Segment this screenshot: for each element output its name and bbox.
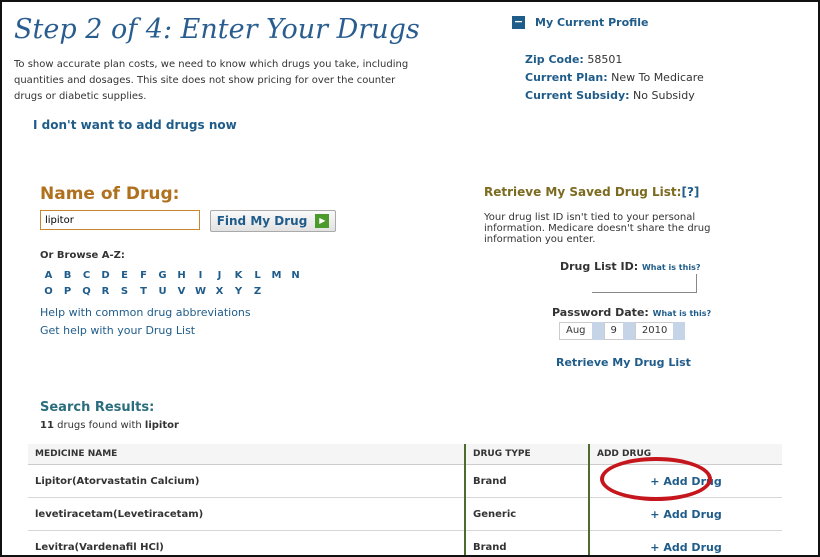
alphabet-letter-q[interactable]: Q xyxy=(81,286,92,297)
alphabet-letter-y[interactable]: Y xyxy=(233,286,244,297)
alphabet-letter-s[interactable]: S xyxy=(119,286,130,297)
col-add-drug: ADD DRUG xyxy=(588,444,782,465)
skip-drugs-link[interactable]: I don't want to add drugs now xyxy=(33,118,237,132)
month-select[interactable]: Aug xyxy=(559,322,592,340)
add-drug-button[interactable]: + Add Drug xyxy=(650,475,721,488)
drug-list-id-input[interactable] xyxy=(592,274,697,293)
drug-type-cell: Brand xyxy=(464,530,589,555)
results-count: 11 drugs found with lipitor xyxy=(40,420,179,431)
table-row: Levitra(Vardenafil HCl) Brand + Add Drug xyxy=(28,530,782,555)
alphabet-letter-r[interactable]: R xyxy=(100,286,111,297)
alphabet-row: OPQRSTUVWXYZ xyxy=(43,286,263,297)
alphabet-letter-v[interactable]: V xyxy=(176,286,187,297)
alphabet-letter-e[interactable]: E xyxy=(119,270,130,281)
col-drug-type: DRUG TYPE xyxy=(464,444,589,465)
drug-type-cell: Brand xyxy=(464,464,589,498)
collapse-minus-icon[interactable]: − xyxy=(512,16,525,29)
alphabet-letter-l[interactable]: L xyxy=(252,270,263,281)
alphabet-letter-j[interactable]: J xyxy=(214,270,225,281)
retrieve-drug-list-link[interactable]: Retrieve My Drug List xyxy=(556,356,691,369)
results-table: MEDICINE NAME DRUG TYPE ADD DRUG Lipitor… xyxy=(28,444,782,555)
search-results-heading: Search Results: xyxy=(40,400,155,415)
drug-name-input[interactable] xyxy=(40,210,200,230)
alphabet-letter-h[interactable]: H xyxy=(176,270,187,281)
abbreviation-help-link[interactable]: Help with common drug abbreviations xyxy=(40,306,251,319)
password-date-label: Password Date: What is this? xyxy=(552,306,712,319)
year-select[interactable]: 2010 xyxy=(634,322,674,340)
table-row: Lipitor(Atorvastatin Calcium) Brand + Ad… xyxy=(28,464,782,498)
browse-heading: Or Browse A-Z: xyxy=(40,250,125,261)
alphabet-letter-a[interactable]: A xyxy=(43,270,54,281)
alphabet-letter-m[interactable]: M xyxy=(271,270,282,281)
medicine-name-cell: Lipitor(Atorvastatin Calcium) xyxy=(28,464,465,498)
alphabet-letter-z[interactable]: Z xyxy=(252,286,263,297)
alphabet-letter-t[interactable]: T xyxy=(138,286,149,297)
alphabet-letter-b[interactable]: B xyxy=(62,270,73,281)
table-row: levetiracetam(Levetiracetam) Generic + A… xyxy=(28,497,782,531)
alphabet-letter-x[interactable]: X xyxy=(214,286,225,297)
year-dropdown-icon[interactable] xyxy=(673,322,686,340)
day-select[interactable]: 9 xyxy=(603,322,623,340)
alphabet-letter-c[interactable]: C xyxy=(81,270,92,281)
day-dropdown-icon[interactable] xyxy=(622,322,635,340)
page-title: Step 2 of 4: Enter Your Drugs xyxy=(14,14,420,45)
password-date-selects: Aug 9 2010 xyxy=(559,322,686,340)
alphabet-letter-o[interactable]: O xyxy=(43,286,54,297)
retrieve-help-link[interactable]: [?] xyxy=(681,185,699,199)
arrow-right-icon: ▶ xyxy=(315,214,330,228)
profile-plan: Current Plan: New To Medicare xyxy=(525,71,704,84)
alphabet-letter-w[interactable]: W xyxy=(195,286,206,297)
password-date-help-link[interactable]: What is this? xyxy=(653,309,711,318)
retrieve-heading: Retrieve My Saved Drug List:[?] xyxy=(484,185,700,199)
add-drug-button[interactable]: + Add Drug xyxy=(650,508,721,521)
alphabet-letter-p[interactable]: P xyxy=(62,286,73,297)
retrieve-text: Your drug list ID isn't tied to your per… xyxy=(484,212,711,245)
medicine-name-cell: levetiracetam(Levetiracetam) xyxy=(28,497,465,531)
alphabet-letter-k[interactable]: K xyxy=(233,270,244,281)
profile-subsidy: Current Subsidy: No Subsidy xyxy=(525,89,695,102)
drug-type-cell: Generic xyxy=(464,497,589,531)
alphabet-letter-u[interactable]: U xyxy=(157,286,168,297)
profile-heading[interactable]: My Current Profile xyxy=(535,16,649,29)
page-frame: Step 2 of 4: Enter Your Drugs To show ac… xyxy=(0,0,820,557)
find-drug-button[interactable]: Find My Drug ▶ xyxy=(210,210,336,232)
drug-list-help-link[interactable]: Get help with your Drug List xyxy=(40,324,195,337)
drug-list-id-label: Drug List ID: What is this? xyxy=(560,260,701,273)
alphabet-letter-n[interactable]: N xyxy=(290,270,301,281)
alphabet-letter-f[interactable]: F xyxy=(138,270,149,281)
intro-text: To show accurate plan costs, we need to … xyxy=(14,59,409,102)
profile-zip: Zip Code: 58501 xyxy=(525,53,623,66)
alphabet-letter-i[interactable]: I xyxy=(195,270,206,281)
alphabet-letter-d[interactable]: D xyxy=(100,270,111,281)
drug-name-heading: Name of Drug: xyxy=(40,184,180,204)
col-medicine-name: MEDICINE NAME xyxy=(28,444,465,465)
month-dropdown-icon[interactable] xyxy=(591,322,604,340)
add-drug-button[interactable]: + Add Drug xyxy=(650,541,721,554)
table-header-row: MEDICINE NAME DRUG TYPE ADD DRUG xyxy=(28,444,782,465)
alphabet-letter-g[interactable]: G xyxy=(157,270,168,281)
medicine-name-cell: Levitra(Vardenafil HCl) xyxy=(28,530,465,555)
profile-panel: − My Current Profile Zip Code: 58501 Cur… xyxy=(512,16,704,102)
alphabet-row: ABCDEFGHIJKLMN xyxy=(43,270,301,281)
drug-list-id-help-link[interactable]: What is this? xyxy=(642,263,700,272)
